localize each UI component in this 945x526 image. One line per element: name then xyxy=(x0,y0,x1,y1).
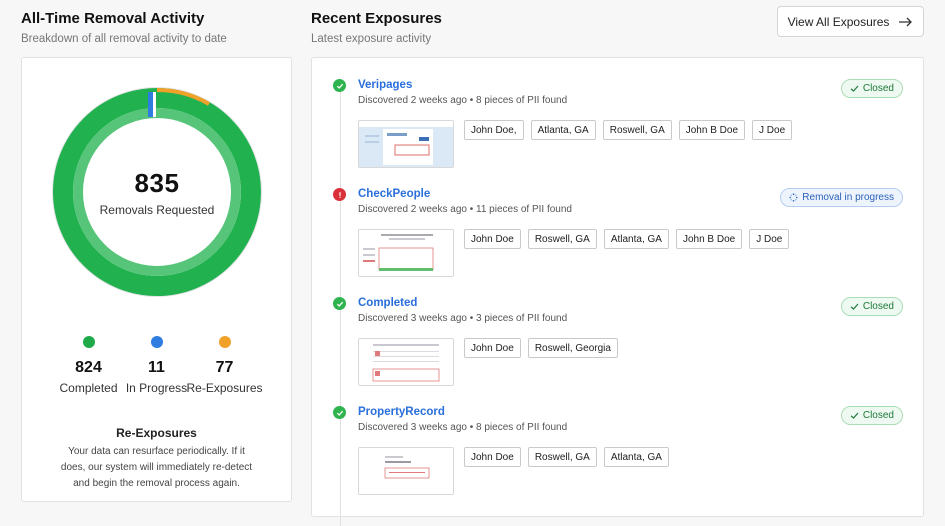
stat-completed: 824 Completed xyxy=(55,336,123,395)
pii-tags: John Doe, Atlanta, GA Roswell, GA John B… xyxy=(464,120,793,140)
check-circle-icon xyxy=(333,297,346,310)
re-exposures-dot-icon xyxy=(218,336,231,348)
exposure-meta: Discovered 3 weeks ago • 3 pieces of PII… xyxy=(358,313,568,324)
pii-tags: John Doe Roswell, Georgia xyxy=(464,338,618,358)
donut-center: 835 Removals Requested xyxy=(52,87,262,297)
stat-label: In Progress xyxy=(125,381,188,395)
in-progress-dot-icon xyxy=(150,336,163,348)
pii-tag: John B Doe xyxy=(678,120,746,140)
removals-requested-count: 835 xyxy=(134,167,180,198)
check-icon xyxy=(850,303,859,310)
stat-value: 824 xyxy=(75,359,102,376)
stat-re-exposures: 77 Re-Exposures xyxy=(186,336,263,395)
pii-tag: John B Doe xyxy=(675,229,743,249)
alert-circle-icon xyxy=(333,188,346,201)
check-circle-icon xyxy=(333,406,346,419)
stat-value: 11 xyxy=(148,359,165,376)
removal-stats: 824 Completed 11 In Progress 77 Re-Expos… xyxy=(22,336,291,395)
exposure-meta: Discovered 3 weeks ago • 8 pieces of PII… xyxy=(358,422,568,433)
removal-activity-card: 835 Removals Requested 824 Completed 11 … xyxy=(21,57,292,502)
pii-tag: Roswell, Georgia xyxy=(527,338,618,358)
pii-tag: John Doe, xyxy=(464,120,524,140)
exposure-screenshot-thumbnail[interactable] xyxy=(358,229,454,277)
completed-dot-icon xyxy=(82,336,95,348)
recent-exposures-header: Recent Exposures Latest exposure activit… xyxy=(311,10,442,45)
status-badge: Closed xyxy=(840,406,903,425)
exposure-screenshot-thumbnail[interactable] xyxy=(358,120,454,168)
pii-tag: John Doe xyxy=(464,229,521,249)
pii-tags: John Doe Roswell, GA Atlanta, GA xyxy=(464,447,669,467)
status-badge-label: Closed xyxy=(862,301,894,312)
status-badge: Closed xyxy=(840,79,903,98)
pii-tag: Atlanta, GA xyxy=(530,120,596,140)
exposure-name-link[interactable]: Completed xyxy=(358,297,417,309)
exposure-name-link[interactable]: Veripages xyxy=(358,79,412,91)
view-all-exposures-button[interactable]: View All Exposures xyxy=(777,6,924,37)
status-badge: Removal in progress xyxy=(780,188,903,207)
removal-activity-header: All-Time Removal Activity Breakdown of a… xyxy=(21,10,227,45)
removal-activity-title: All-Time Removal Activity xyxy=(21,10,205,27)
status-badge: Closed xyxy=(840,297,903,316)
pii-tag: Roswell, GA xyxy=(527,229,597,249)
stat-label: Re-Exposures xyxy=(186,381,263,395)
status-badge-label: Removal in progress xyxy=(802,192,894,203)
pii-tag: Atlanta, GA xyxy=(603,229,669,249)
stat-value: 77 xyxy=(215,359,234,376)
spinner-icon xyxy=(789,193,798,202)
arrow-right-icon xyxy=(899,17,913,26)
pii-tag: Roswell, GA xyxy=(527,447,597,467)
view-all-exposures-label: View All Exposures xyxy=(787,14,890,29)
recent-exposures-subtitle: Latest exposure activity xyxy=(311,33,432,45)
exposure-meta: Discovered 2 weeks ago • 8 pieces of PII… xyxy=(358,95,568,106)
re-exposures-info-body: Your data can resurface periodically. If… xyxy=(60,446,253,489)
recent-exposures-card: Veripages Discovered 2 weeks ago • 8 pie… xyxy=(311,57,924,526)
exposure-screenshot-thumbnail[interactable] xyxy=(358,447,454,495)
pii-tag: J Doe xyxy=(749,229,790,249)
re-exposures-info: Re-Exposures Your data can resurface per… xyxy=(22,426,291,492)
stat-in-progress: 11 In Progress xyxy=(123,336,191,395)
status-badge-label: Closed xyxy=(862,83,894,94)
pii-tag: John Doe xyxy=(464,338,521,358)
removals-requested-label: Removals Requested xyxy=(99,202,215,217)
pii-tag: Roswell, GA xyxy=(602,120,672,140)
check-icon xyxy=(850,412,859,419)
check-icon xyxy=(850,85,859,92)
stat-label: Completed xyxy=(59,381,118,395)
exposure-name-link[interactable]: CheckPeople xyxy=(358,188,430,200)
exposure-screenshot-thumbnail[interactable] xyxy=(358,338,454,386)
exposure-meta: Discovered 2 weeks ago • 11 pieces of PI… xyxy=(358,204,572,215)
removal-activity-subtitle: Breakdown of all removal activity to dat… xyxy=(21,33,227,45)
check-circle-icon xyxy=(333,79,346,92)
pii-tags: John Doe Roswell, GA Atlanta, GA John B … xyxy=(464,229,790,249)
status-badge-label: Closed xyxy=(862,410,894,421)
pii-tag: Atlanta, GA xyxy=(603,447,669,467)
exposure-name-link[interactable]: PropertyRecord xyxy=(358,406,445,418)
pii-tag: J Doe xyxy=(752,120,793,140)
pii-tag: John Doe xyxy=(464,447,521,467)
recent-exposures-title: Recent Exposures xyxy=(311,10,442,27)
re-exposures-info-title: Re-Exposures xyxy=(116,426,197,440)
